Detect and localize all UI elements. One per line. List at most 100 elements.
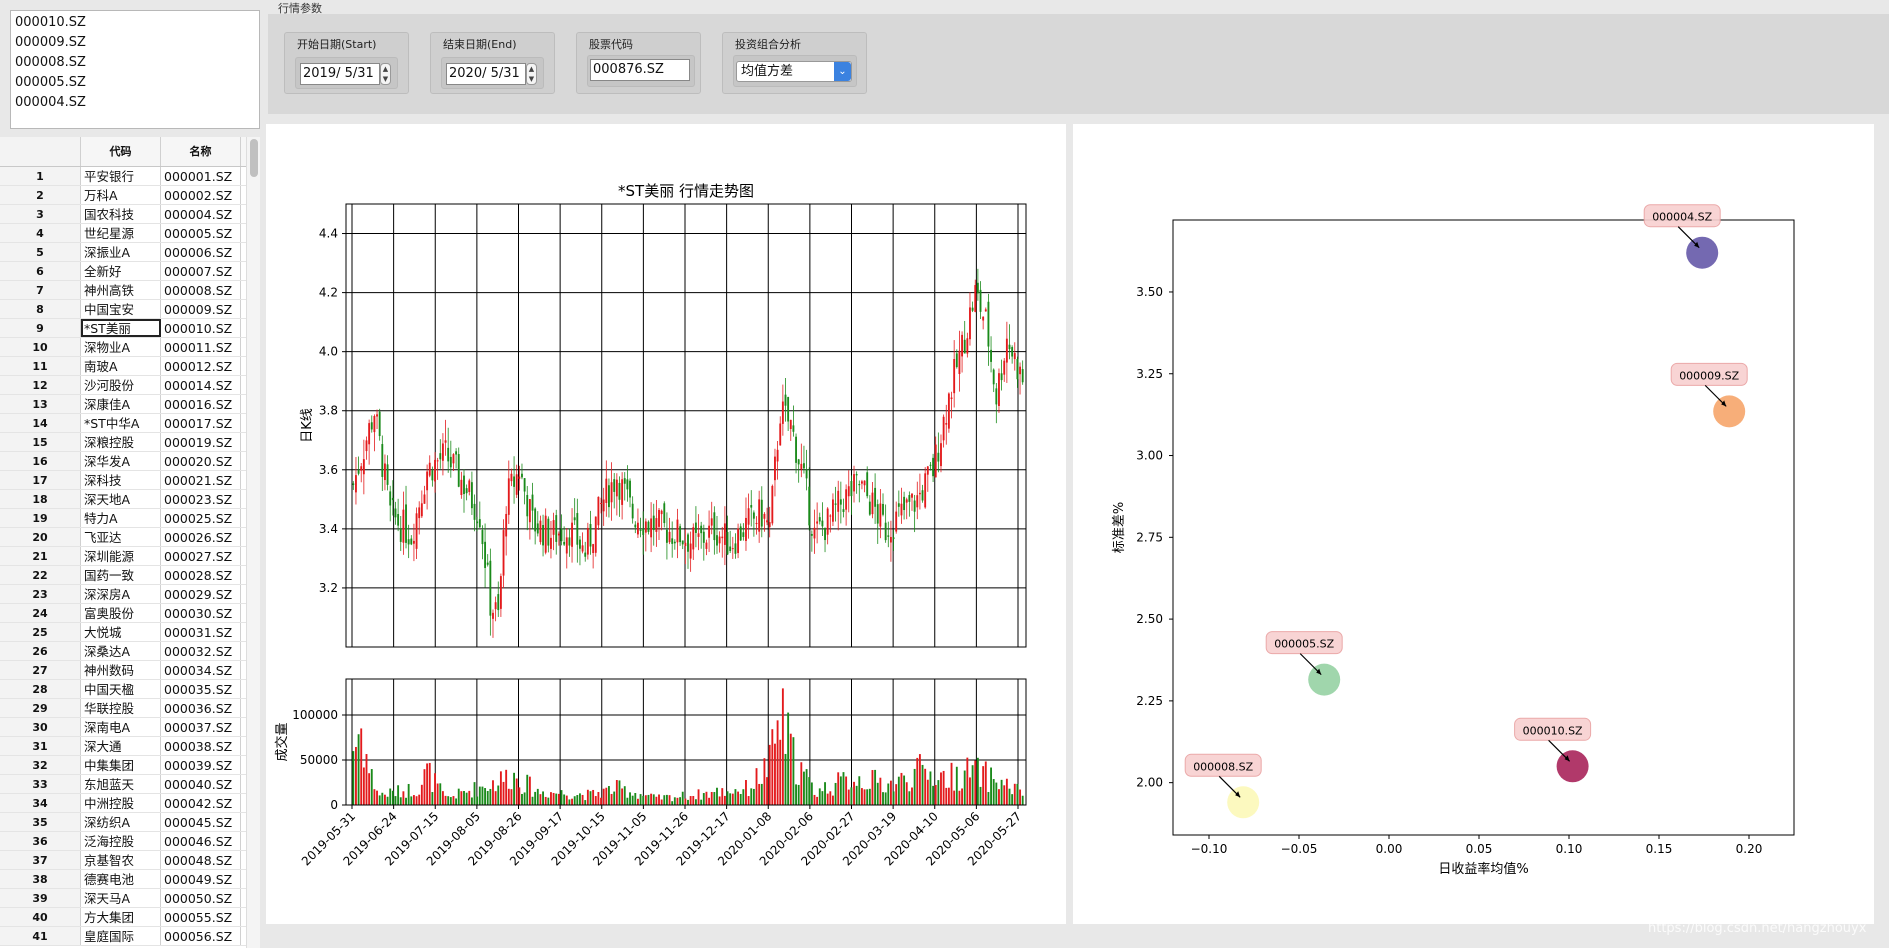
list-item[interactable]: 000009.SZ bbox=[15, 33, 255, 53]
row-name-cell[interactable]: 深康佳A bbox=[81, 395, 161, 413]
chevron-down-icon[interactable]: ▼ bbox=[383, 75, 388, 83]
end-date-input[interactable]: 2020/ 5/31 bbox=[446, 63, 526, 85]
row-name-cell[interactable]: 全新好 bbox=[81, 262, 161, 280]
table-row[interactable]: 27 神州数码 000034.SZ bbox=[0, 661, 260, 680]
table-row[interactable]: 40 方大集团 000055.SZ bbox=[0, 908, 260, 927]
table-row[interactable]: 18 深天地A 000023.SZ bbox=[0, 490, 260, 509]
row-name-cell[interactable]: 平安银行 bbox=[81, 167, 161, 185]
row-name-cell[interactable]: 神州高铁 bbox=[81, 281, 161, 299]
row-name-cell[interactable]: 深粮控股 bbox=[81, 433, 161, 451]
row-code-cell[interactable]: 000012.SZ bbox=[161, 357, 241, 375]
row-name-cell[interactable]: 深振业A bbox=[81, 243, 161, 261]
chevron-up-icon[interactable]: ▲ bbox=[529, 65, 534, 73]
row-code-cell[interactable]: 000027.SZ bbox=[161, 547, 241, 565]
row-code-cell[interactable]: 000023.SZ bbox=[161, 490, 241, 508]
list-item[interactable]: 000008.SZ bbox=[15, 53, 255, 73]
table-row[interactable]: 33 东旭蓝天 000040.SZ bbox=[0, 775, 260, 794]
row-code-cell[interactable]: 000016.SZ bbox=[161, 395, 241, 413]
row-code-cell[interactable]: 000020.SZ bbox=[161, 452, 241, 470]
row-code-cell[interactable]: 000046.SZ bbox=[161, 832, 241, 850]
row-code-cell[interactable]: 000056.SZ bbox=[161, 927, 241, 945]
header-name[interactable]: 名称 bbox=[161, 137, 241, 166]
row-name-cell[interactable]: 深桑达A bbox=[81, 642, 161, 660]
row-name-cell[interactable]: 东旭蓝天 bbox=[81, 775, 161, 793]
table-row[interactable]: 23 深深房A 000029.SZ bbox=[0, 585, 260, 604]
row-name-cell[interactable]: 飞亚达 bbox=[81, 528, 161, 546]
row-name-cell[interactable]: 沙河股份 bbox=[81, 376, 161, 394]
row-code-cell[interactable]: 000011.SZ bbox=[161, 338, 241, 356]
table-row[interactable]: 7 神州高铁 000008.SZ bbox=[0, 281, 260, 300]
row-name-cell[interactable]: 国药一致 bbox=[81, 566, 161, 584]
end-date-stepper[interactable]: ▲ ▼ bbox=[526, 63, 537, 85]
table-row[interactable]: 25 大悦城 000031.SZ bbox=[0, 623, 260, 642]
start-date-input[interactable]: 2019/ 5/31 bbox=[300, 63, 380, 85]
row-code-cell[interactable]: 000009.SZ bbox=[161, 300, 241, 318]
chevron-down-icon[interactable]: ▼ bbox=[529, 75, 534, 83]
table-row[interactable]: 19 特力A 000025.SZ bbox=[0, 509, 260, 528]
stock-table[interactable]: 代码 名称 1 平安银行 000001.SZ 2 万科A 000002.SZ 3 国农科技 00… bbox=[0, 137, 260, 948]
table-row[interactable]: 9 *ST美丽 000010.SZ bbox=[0, 319, 260, 338]
row-name-cell[interactable]: 京基智农 bbox=[81, 851, 161, 869]
row-code-cell[interactable]: 000050.SZ bbox=[161, 889, 241, 907]
row-name-cell[interactable]: 深华发A bbox=[81, 452, 161, 470]
table-row[interactable]: 34 中洲控股 000042.SZ bbox=[0, 794, 260, 813]
row-code-cell[interactable]: 000040.SZ bbox=[161, 775, 241, 793]
table-row[interactable]: 4 世纪星源 000005.SZ bbox=[0, 224, 260, 243]
chevron-up-icon[interactable]: ▲ bbox=[383, 65, 388, 73]
row-name-cell[interactable]: 深深房A bbox=[81, 585, 161, 603]
row-code-cell[interactable]: 000032.SZ bbox=[161, 642, 241, 660]
table-row[interactable]: 15 深粮控股 000019.SZ bbox=[0, 433, 260, 452]
row-code-cell[interactable]: 000029.SZ bbox=[161, 585, 241, 603]
row-code-cell[interactable]: 000001.SZ bbox=[161, 167, 241, 185]
row-code-cell[interactable]: 000025.SZ bbox=[161, 509, 241, 527]
row-name-cell[interactable]: 特力A bbox=[81, 509, 161, 527]
row-name-cell[interactable]: *ST中华A bbox=[81, 414, 161, 432]
row-name-cell[interactable]: 深大通 bbox=[81, 737, 161, 755]
table-row[interactable]: 11 南玻A 000012.SZ bbox=[0, 357, 260, 376]
table-row[interactable]: 1 平安银行 000001.SZ bbox=[0, 167, 260, 186]
row-code-cell[interactable]: 000007.SZ bbox=[161, 262, 241, 280]
row-name-cell[interactable]: 深纺织A bbox=[81, 813, 161, 831]
row-name-cell[interactable]: 中洲控股 bbox=[81, 794, 161, 812]
stock-code-input[interactable]: 000876.SZ bbox=[590, 59, 690, 81]
row-code-cell[interactable]: 000045.SZ bbox=[161, 813, 241, 831]
row-code-cell[interactable]: 000036.SZ bbox=[161, 699, 241, 717]
table-row[interactable]: 38 德赛电池 000049.SZ bbox=[0, 870, 260, 889]
table-row[interactable]: 10 深物业A 000011.SZ bbox=[0, 338, 260, 357]
table-row[interactable]: 28 中国天楹 000035.SZ bbox=[0, 680, 260, 699]
table-row[interactable]: 29 华联控股 000036.SZ bbox=[0, 699, 260, 718]
row-code-cell[interactable]: 000014.SZ bbox=[161, 376, 241, 394]
row-name-cell[interactable]: 世纪星源 bbox=[81, 224, 161, 242]
row-code-cell[interactable]: 000019.SZ bbox=[161, 433, 241, 451]
table-row[interactable]: 35 深纺织A 000045.SZ bbox=[0, 813, 260, 832]
row-code-cell[interactable]: 000017.SZ bbox=[161, 414, 241, 432]
row-code-cell[interactable]: 000004.SZ bbox=[161, 205, 241, 223]
row-code-cell[interactable]: 000039.SZ bbox=[161, 756, 241, 774]
start-date-stepper[interactable]: ▲ ▼ bbox=[380, 63, 391, 85]
row-code-cell[interactable]: 000008.SZ bbox=[161, 281, 241, 299]
scrollbar-thumb[interactable] bbox=[250, 139, 258, 177]
row-code-cell[interactable]: 000048.SZ bbox=[161, 851, 241, 869]
table-row[interactable]: 2 万科A 000002.SZ bbox=[0, 186, 260, 205]
row-name-cell[interactable]: 大悦城 bbox=[81, 623, 161, 641]
row-name-cell[interactable]: 方大集团 bbox=[81, 908, 161, 926]
row-name-cell[interactable]: 深南电A bbox=[81, 718, 161, 736]
row-name-cell[interactable]: 深科技 bbox=[81, 471, 161, 489]
row-code-cell[interactable]: 000030.SZ bbox=[161, 604, 241, 622]
table-scrollbar[interactable] bbox=[246, 137, 260, 948]
table-row[interactable]: 36 泛海控股 000046.SZ bbox=[0, 832, 260, 851]
table-row[interactable]: 41 皇庭国际 000056.SZ bbox=[0, 927, 260, 946]
table-row[interactable]: 17 深科技 000021.SZ bbox=[0, 471, 260, 490]
row-code-cell[interactable]: 000005.SZ bbox=[161, 224, 241, 242]
table-row[interactable]: 16 深华发A 000020.SZ bbox=[0, 452, 260, 471]
row-name-cell[interactable]: 深物业A bbox=[81, 338, 161, 356]
row-code-cell[interactable]: 000028.SZ bbox=[161, 566, 241, 584]
row-code-cell[interactable]: 000010.SZ bbox=[161, 319, 241, 337]
table-row[interactable]: 13 深康佳A 000016.SZ bbox=[0, 395, 260, 414]
table-row[interactable]: 20 飞亚达 000026.SZ bbox=[0, 528, 260, 547]
chevron-down-icon[interactable]: ⌄ bbox=[834, 62, 851, 81]
row-code-cell[interactable]: 000006.SZ bbox=[161, 243, 241, 261]
row-code-cell[interactable]: 000038.SZ bbox=[161, 737, 241, 755]
row-name-cell[interactable]: 泛海控股 bbox=[81, 832, 161, 850]
table-row[interactable]: 6 全新好 000007.SZ bbox=[0, 262, 260, 281]
